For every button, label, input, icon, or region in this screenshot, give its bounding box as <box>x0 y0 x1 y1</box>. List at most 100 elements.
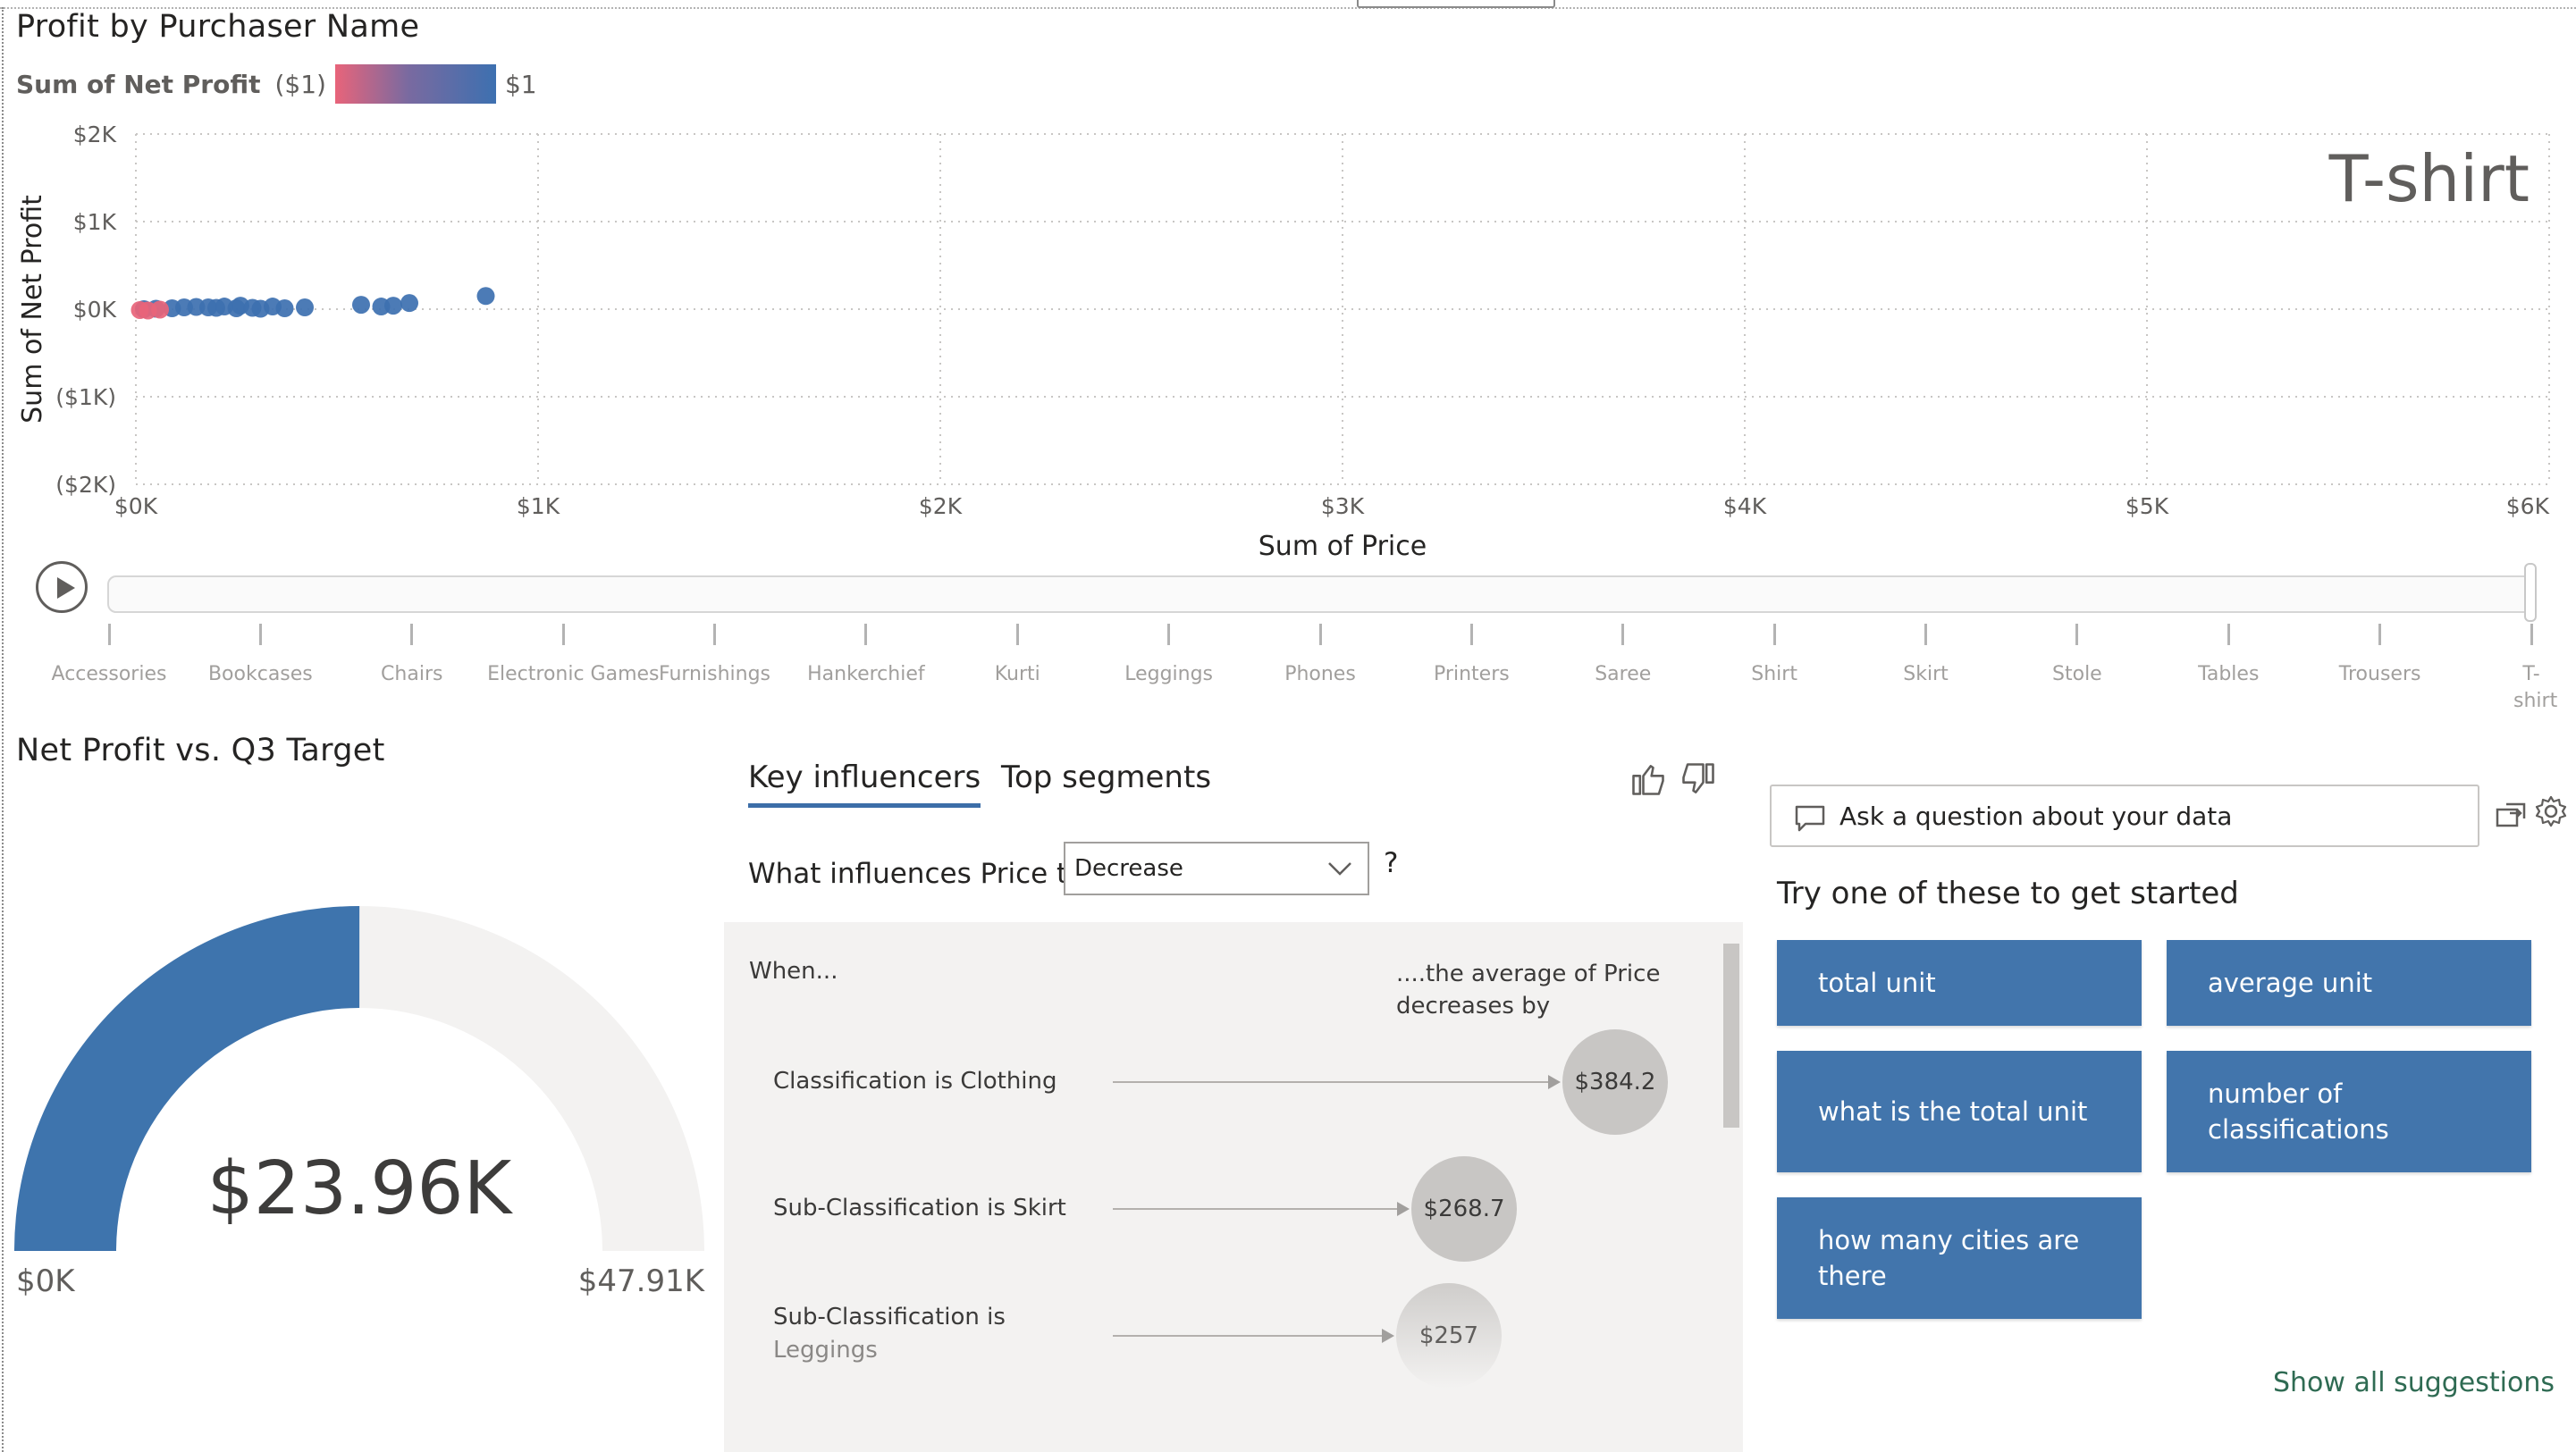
play-axis-category[interactable]: Printers <box>1395 624 1547 688</box>
x-axis-title: Sum of Price <box>1259 531 1427 562</box>
data-point[interactable] <box>400 294 418 313</box>
key-influencers-visual: Key influencers Top segments What influe… <box>715 724 1743 1452</box>
play-axis-category[interactable]: Kurti <box>941 624 1093 688</box>
play-axis-category-label: Chairs <box>381 663 443 685</box>
influencer-line <box>1113 1335 1382 1337</box>
gauge-chart: $23.96K $0K $47.91K <box>14 905 706 1299</box>
gauge-visual: Net Profit vs. Q3 Target $23.96K $0K $47… <box>0 724 715 1452</box>
play-axis-tick <box>1015 624 1019 645</box>
play-axis-category[interactable]: Bookcases <box>184 624 336 688</box>
play-axis-category-label: Kurti <box>994 663 1040 685</box>
play-axis-category[interactable]: Trousers <box>2304 624 2456 688</box>
play-axis-category-label: Hankerchief <box>807 663 925 685</box>
suggestion-average-unit[interactable]: average unit <box>2167 940 2531 1026</box>
convert-to-visual-icon[interactable] <box>2494 795 2530 831</box>
play-axis-tick <box>1318 624 1322 645</box>
influencer-bubble: $268.7 <box>1411 1156 1518 1262</box>
qa-placeholder: Ask a question about your data <box>1839 801 2233 831</box>
play-axis-category[interactable]: Shirt <box>1698 624 1850 688</box>
when-header: When... <box>749 958 838 985</box>
play-axis-category-label: Printers <box>1434 663 1510 685</box>
play-axis-tick <box>2227 624 2230 645</box>
gear-icon[interactable] <box>2533 793 2569 829</box>
x-tick-label: $2K <box>919 493 963 519</box>
play-axis-tick <box>2075 624 2079 645</box>
dropdown-value: Decrease <box>1074 855 1183 882</box>
play-axis-category[interactable]: Leggings <box>1093 624 1245 688</box>
tab-key-influencers[interactable]: Key influencers <box>748 760 981 808</box>
y-axis-title: Sum of Net Profit <box>17 195 48 424</box>
data-point[interactable] <box>384 297 402 315</box>
qa-prompt: Try one of these to get started <box>1777 876 2239 911</box>
thumbs-up-icon[interactable] <box>1629 760 1668 799</box>
play-axis-tick <box>2378 624 2382 645</box>
influencers-panel: When... ....the average of Price decreas… <box>724 922 1743 1452</box>
x-tick-label: $0K <box>114 493 158 519</box>
play-axis-tick <box>107 624 111 645</box>
show-all-suggestions-link[interactable]: Show all suggestions <box>2273 1367 2555 1398</box>
data-point[interactable] <box>296 298 314 317</box>
play-axis-tick <box>561 624 565 645</box>
play-axis-tick <box>864 624 868 645</box>
influencer-bubble: $384.2 <box>1562 1029 1668 1135</box>
play-axis-track[interactable] <box>107 575 2537 613</box>
play-axis-category[interactable]: Skirt <box>1850 624 2002 688</box>
gauge-value: $23.96K <box>207 1146 514 1231</box>
influencer-line <box>1113 1208 1398 1210</box>
play-axis-category-label: Skirt <box>1903 663 1949 685</box>
play-axis-tick <box>713 624 716 645</box>
panel-scrollbar[interactable] <box>1723 944 1739 1128</box>
qa-question-input[interactable]: Ask a question about your data <box>1770 785 2479 847</box>
influencer-label: Sub-Classification is Skirt <box>773 1195 1066 1221</box>
play-axis-tick <box>1167 624 1171 645</box>
legend-max: $1 <box>504 69 537 99</box>
play-axis-category[interactable]: Stole <box>2001 624 2153 688</box>
x-tick-label: $4K <box>1723 493 1767 519</box>
scatter-visual: $0K $1K $2K $3K $4K $5K $6K $2K $1K $0K ($1K) ($2K)… <box>0 0 2576 724</box>
help-icon[interactable]: ? <box>1384 847 1398 879</box>
arrow-icon <box>1397 1202 1410 1216</box>
gauge-min-label: $0K <box>16 1263 76 1299</box>
play-axis-category[interactable]: Phones <box>1244 624 1396 688</box>
play-axis-category-label: Leggings <box>1124 663 1214 685</box>
y-tick-label: ($2K) <box>55 472 116 498</box>
play-axis-category[interactable]: Furnishings <box>639 624 791 688</box>
data-point[interactable] <box>352 296 370 315</box>
x-tick-label: $1K <box>517 493 560 519</box>
data-point[interactable] <box>151 300 169 319</box>
influencer-bubble: $257 <box>1395 1283 1502 1389</box>
play-icon <box>57 577 75 599</box>
suggestion-how-many-cities[interactable]: how many cities are there <box>1777 1197 2142 1319</box>
thumbs-down-icon[interactable] <box>1679 760 1718 799</box>
play-axis-tick <box>2530 624 2533 645</box>
suggestion-number-of-classifications[interactable]: number of classifications <box>2167 1051 2531 1172</box>
play-axis-category[interactable]: Chairs <box>336 624 488 688</box>
play-axis-category[interactable]: Electronic Games <box>487 624 660 688</box>
play-axis-category-label: Electronic Games <box>487 663 660 685</box>
tab-top-segments[interactable]: Top segments <box>1001 760 1211 795</box>
legend-title: Sum of Net Profit <box>16 69 261 99</box>
play-button[interactable] <box>36 561 88 613</box>
play-axis-handle[interactable] <box>2524 563 2537 622</box>
play-axis-category[interactable]: Saree <box>1547 624 1699 688</box>
data-point[interactable] <box>275 299 294 318</box>
legend-gradient <box>334 64 496 104</box>
play-axis-tick <box>1924 624 1927 645</box>
chat-icon <box>1795 805 1825 832</box>
y-tick-label: $0K <box>73 297 117 323</box>
y-tick-label: $2K <box>73 122 117 147</box>
play-axis-category[interactable]: Tables <box>2152 624 2304 688</box>
suggestion-what-is-total-unit[interactable]: what is the total unit <box>1777 1051 2142 1172</box>
play-axis-category[interactable]: Hankerchief <box>790 624 942 688</box>
scatter-title: Profit by Purchaser Name <box>16 9 420 45</box>
play-axis-category[interactable]: Accessories <box>33 624 185 688</box>
play-axis-category[interactable]: T-shirt <box>2455 624 2576 715</box>
x-tick-label: $3K <box>1321 493 1365 519</box>
play-axis-tick <box>410 624 414 645</box>
color-legend: Sum of Net Profit ($1) $1 <box>16 63 537 105</box>
direction-dropdown[interactable]: Decrease <box>1064 842 1369 895</box>
suggestion-total-unit[interactable]: total unit <box>1777 940 2142 1026</box>
play-axis-tick <box>1621 624 1625 645</box>
legend-min: ($1) <box>274 69 326 99</box>
data-point[interactable] <box>476 287 495 306</box>
